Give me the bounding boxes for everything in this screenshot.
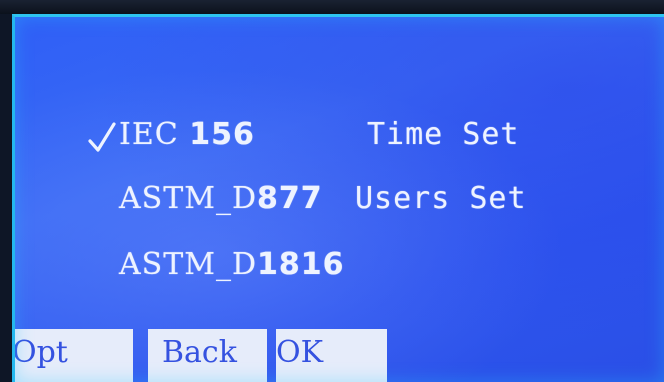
menu-item-astm-d877[interactable]: ASTM_D877 bbox=[119, 181, 323, 216]
back-softkey-label: Back bbox=[162, 335, 237, 370]
ok-softkey[interactable]: OK bbox=[276, 329, 387, 382]
ok-softkey-label: OK bbox=[276, 335, 324, 370]
device-panel: IEC 156 ASTM_D877 ASTM_D1816 Time Set Us… bbox=[0, 0, 664, 382]
menu-item-astm-d1816[interactable]: ASTM_D1816 bbox=[119, 247, 345, 282]
menu-item-time-set[interactable]: Time Set bbox=[367, 117, 520, 152]
menu-item-users-set[interactable]: Users Set bbox=[355, 181, 527, 216]
check-icon bbox=[88, 122, 116, 152]
menu-item-iec-156[interactable]: IEC 156 bbox=[119, 117, 255, 152]
menu-item-prefix: ASTM_D bbox=[119, 247, 257, 282]
menu-item-number: 156 bbox=[189, 117, 255, 152]
menu-item-number: 1816 bbox=[257, 247, 345, 282]
opt-softkey[interactable]: Opt bbox=[12, 329, 133, 382]
lcd-screen: IEC 156 ASTM_D877 ASTM_D1816 Time Set Us… bbox=[12, 14, 664, 382]
menu-item-prefix: ASTM_D bbox=[119, 181, 257, 216]
opt-softkey-label: Opt bbox=[12, 335, 68, 370]
menu-item-number: 877 bbox=[257, 181, 323, 216]
back-softkey[interactable]: Back bbox=[148, 329, 267, 382]
menu-item-prefix: IEC bbox=[119, 117, 190, 152]
bezel bbox=[0, 0, 664, 14]
